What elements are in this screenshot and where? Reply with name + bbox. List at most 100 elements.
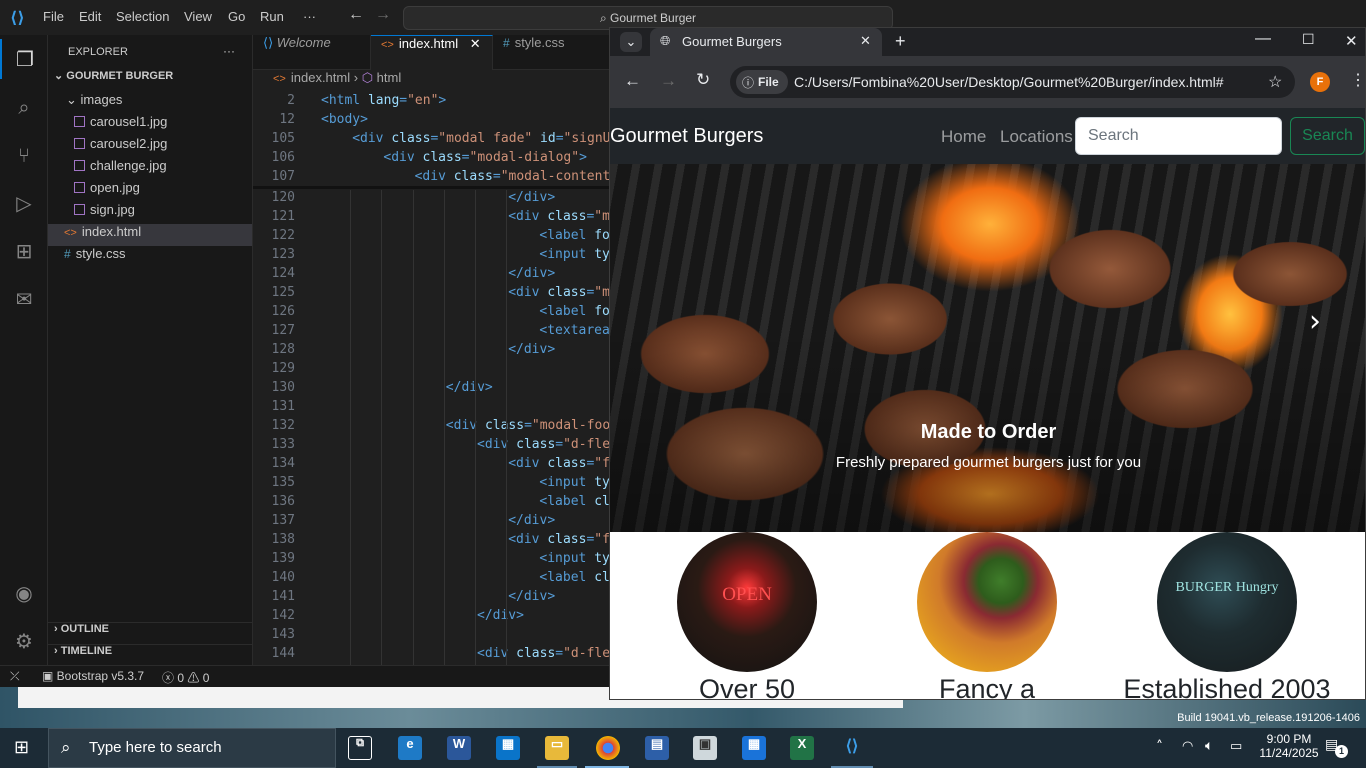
menu-view[interactable]: View	[184, 9, 212, 24]
timeline-section[interactable]: › TIMELINE	[48, 644, 252, 666]
file-explorer-icon[interactable]: ▭	[545, 736, 569, 760]
code-line[interactable]: <input typ	[539, 475, 610, 490]
bootstrap-status[interactable]: ▣ Bootstrap v5.3.7	[42, 669, 144, 683]
code-line[interactable]: <div class="modal fade" id="signUp	[352, 131, 610, 146]
run-debug-icon[interactable]: ▷	[0, 183, 48, 223]
code-line[interactable]: <input typ	[539, 247, 610, 262]
task-view-icon[interactable]: ⧉	[348, 736, 372, 760]
maximize-icon[interactable]: ☐	[1302, 31, 1315, 48]
code-line[interactable]: <body>	[321, 112, 368, 127]
breadcrumb-file[interactable]: index.html	[291, 70, 350, 85]
menu-more[interactable]: ···	[303, 9, 316, 24]
word-icon[interactable]: W	[447, 736, 471, 760]
tab-search-button[interactable]: ⌄	[620, 32, 642, 52]
show-hidden-icons-chevron-icon[interactable]: ˄	[1156, 739, 1163, 755]
photos-icon[interactable]: ▣	[693, 736, 717, 760]
carousel-next-chevron-icon[interactable]: ›	[1295, 302, 1335, 342]
network-icon[interactable]: ◠	[1182, 739, 1193, 754]
file-open[interactable]: open.jpg	[48, 180, 252, 202]
explorer-icon[interactable]: ❐	[0, 39, 48, 79]
taskbar-clock[interactable]: 9:00 PM 11/24/2025	[1254, 732, 1324, 760]
windows-start-icon[interactable]: ⊞	[14, 738, 34, 758]
code-line[interactable]: </div>	[508, 342, 555, 357]
forward-arrow-icon[interactable]: →	[660, 71, 677, 91]
chrome-taskbar-icon[interactable]	[596, 736, 620, 760]
problems-status[interactable]: ⓧ 0 ⚠ 0	[162, 669, 209, 686]
site-search-input[interactable]	[1075, 117, 1282, 155]
internet-explorer-icon[interactable]: e	[398, 736, 422, 760]
tab-style-css[interactable]: # style.css	[493, 35, 610, 70]
breadcrumb-node[interactable]: html	[377, 70, 402, 85]
code-line[interactable]: </div>	[508, 190, 555, 205]
code-line[interactable]: <label for	[539, 228, 610, 243]
nav-home[interactable]: Home	[941, 127, 986, 147]
file-index-html[interactable]: <> index.html	[48, 224, 252, 246]
chrome-tab-active[interactable]: 🌐︎ Gourmet Burgers ✕	[650, 28, 882, 56]
code-line[interactable]: <div class="modal-content"	[415, 169, 610, 184]
code-line[interactable]: </div>	[477, 608, 524, 623]
reload-icon[interactable]: ↻	[696, 70, 710, 90]
settings-gear-icon[interactable]: ⚙	[0, 621, 48, 661]
close-icon[interactable]: ✕	[860, 33, 871, 49]
chat-icon[interactable]: ✉	[0, 279, 48, 319]
site-brand[interactable]: Gourmet Burgers	[610, 125, 763, 148]
calculator-icon[interactable]: ▤	[645, 736, 669, 760]
outline-section[interactable]: › OUTLINE	[48, 622, 252, 644]
file-challenge[interactable]: challenge.jpg	[48, 158, 252, 180]
bookmark-star-icon[interactable]: ☆	[1268, 72, 1282, 92]
explorer-more-button[interactable]: ···	[223, 44, 235, 58]
new-tab-plus-icon[interactable]: +	[895, 31, 906, 52]
code-line[interactable]: <div class="modal-dialog">	[383, 150, 587, 165]
code-line[interactable]: </div>	[508, 513, 555, 528]
search-icon[interactable]: ⌕	[0, 87, 48, 127]
back-arrow-icon[interactable]: ←	[624, 71, 641, 91]
file-style-css[interactable]: # style.css	[48, 246, 252, 268]
store-icon[interactable]: ▦	[496, 736, 520, 760]
code-line[interactable]: </div>	[508, 589, 555, 604]
remote-icon[interactable]: ⤫	[10, 669, 20, 684]
folder-images[interactable]: ⌄ images	[48, 92, 252, 114]
battery-icon[interactable]: ▭	[1230, 739, 1242, 754]
tab-index-html[interactable]: <> index.html ✕	[371, 35, 493, 70]
vscode-taskbar-icon[interactable]: ⟨⟩	[840, 736, 864, 760]
workspace-root[interactable]: ⌄ GOURMET BURGER	[48, 69, 252, 91]
menu-selection[interactable]: Selection	[116, 9, 169, 24]
back-arrow-icon[interactable]: ←	[348, 6, 364, 24]
code-line[interactable]: <label for	[539, 304, 610, 319]
code-line[interactable]: <div class="fo	[508, 456, 610, 471]
code-line[interactable]: <textarea	[539, 323, 609, 338]
code-line[interactable]: <div class="modal-foot	[446, 418, 610, 433]
site-info-chip[interactable]: ⓘ File	[736, 70, 788, 94]
source-control-icon[interactable]: ⑂	[0, 135, 48, 175]
window-close-icon[interactable]: ✕	[1345, 32, 1358, 50]
extensions-icon[interactable]: ⊞	[0, 231, 48, 271]
tab-welcome[interactable]: ⟨⟩ Welcome	[253, 35, 371, 70]
minimize-icon[interactable]: —	[1255, 30, 1271, 48]
code-line[interactable]: <div class="fo	[508, 532, 610, 547]
code-line[interactable]: <label cla	[539, 494, 610, 509]
code-line[interactable]: <input typ	[539, 551, 610, 566]
chrome-menu-icon[interactable]: ⋮	[1350, 70, 1365, 90]
code-line[interactable]: <div class="mb	[508, 209, 610, 224]
code-editor[interactable]: 2 <html lang="en"> 12 <body> 105 <div class="…	[253, 92, 610, 665]
forward-arrow-icon[interactable]: →	[375, 6, 391, 24]
profile-avatar[interactable]: F	[1310, 72, 1330, 92]
volume-icon[interactable]: 🔈︎	[1205, 738, 1213, 754]
menu-edit[interactable]: Edit	[79, 9, 101, 24]
excel-icon[interactable]: X	[790, 736, 814, 760]
file-carousel2[interactable]: carousel2.jpg	[48, 136, 252, 158]
site-search-button[interactable]: Search	[1290, 117, 1365, 155]
account-icon[interactable]: ◉	[0, 573, 48, 613]
taskbar-search-box[interactable]: ⌕ Type here to search	[48, 728, 336, 768]
calendar-icon[interactable]: ▦	[742, 736, 766, 760]
code-line[interactable]: <label cla	[539, 570, 610, 585]
code-line[interactable]: <div class="mb	[508, 285, 610, 300]
code-line[interactable]: </div>	[446, 380, 493, 395]
nav-locations[interactable]: Locations	[1000, 127, 1073, 147]
code-line[interactable]: <html lang="en">	[321, 93, 446, 108]
menu-go[interactable]: Go	[228, 9, 245, 24]
code-line[interactable]: <div class="d-flex	[477, 646, 610, 661]
menu-run[interactable]: Run	[260, 9, 284, 24]
menu-file[interactable]: File	[43, 9, 64, 24]
file-carousel1[interactable]: carousel1.jpg	[48, 114, 252, 136]
